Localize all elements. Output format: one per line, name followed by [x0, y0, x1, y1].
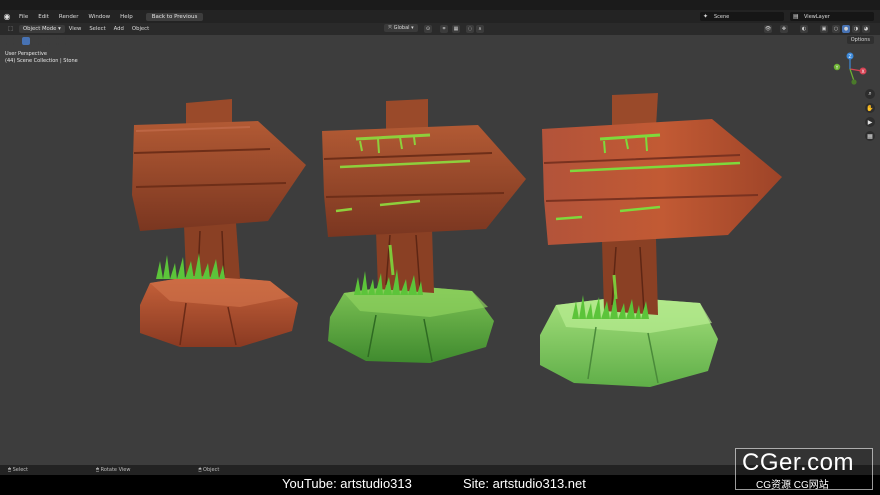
object-mode-dropdown[interactable]: Object Mode ▾	[19, 25, 65, 33]
select-subtract-icon[interactable]	[40, 36, 48, 45]
camera-icon[interactable]: ▶	[865, 117, 875, 127]
menu-add[interactable]: Add	[110, 26, 128, 32]
tool-settings-row	[0, 35, 880, 46]
scene-selector[interactable]: ✦ Scene	[700, 12, 784, 21]
view-layer-name: ViewLayer	[804, 13, 830, 20]
shading-material-icon[interactable]: ◑	[852, 25, 860, 33]
menu-window[interactable]: Window	[83, 14, 115, 20]
signpost-1[interactable]	[132, 99, 306, 347]
signpost-2[interactable]	[322, 99, 526, 363]
orientation-icon: ⤧	[388, 25, 393, 31]
tool-select-icon[interactable]	[6, 36, 14, 45]
options-dropdown[interactable]: Options	[846, 36, 874, 44]
grid-view-icon[interactable]: ▦	[865, 131, 875, 141]
scene-render	[132, 93, 782, 387]
shading-rendered-icon[interactable]: ◕	[862, 25, 870, 33]
watermark-brand: CGer.com	[742, 449, 855, 476]
proportional-edit-icon[interactable]: ◌	[466, 25, 474, 33]
status-rotate: 🖱 Rotate View	[96, 467, 131, 473]
xray-icon[interactable]: ▣	[820, 25, 828, 33]
navigation-gizmo[interactable]: Z X Y	[832, 51, 868, 87]
gizmo-toggle-icon[interactable]: ✥	[780, 25, 788, 33]
menu-render[interactable]: Render	[54, 14, 84, 20]
zoom-icon[interactable]: ⌕	[865, 89, 875, 99]
shading-wireframe-icon[interactable]: ○	[832, 25, 840, 33]
back-to-previous-button[interactable]: Back to Previous	[145, 12, 204, 21]
perspective-label: User Perspective	[5, 51, 47, 57]
status-rotate-label: Rotate View	[100, 467, 131, 473]
status-select-label: Select	[12, 467, 29, 473]
layers-icon: ▤	[793, 13, 799, 20]
site-caption: Site: artstudio313.net	[463, 476, 586, 491]
status-select: 🖱 Select	[8, 467, 29, 473]
signpost-3[interactable]	[540, 93, 782, 387]
menu-select[interactable]: Select	[85, 26, 109, 32]
menu-view[interactable]: View	[65, 26, 86, 32]
snap-target-icon[interactable]: ▦	[452, 25, 460, 33]
visibility-icon[interactable]: 👁	[764, 25, 772, 33]
transform-orientation-dropdown[interactable]: ⤧ Global ▾	[384, 24, 418, 32]
select-extend-icon[interactable]	[31, 36, 39, 45]
menu-object[interactable]: Object	[128, 26, 153, 32]
falloff-icon[interactable]: ∧	[476, 25, 484, 33]
editor-type-icon[interactable]: ⬚	[4, 26, 17, 32]
pivot-icon[interactable]: ⊙	[424, 25, 432, 33]
scene-name: Scene	[714, 13, 730, 20]
watermark-sub: CG资源 CG网站	[756, 480, 829, 491]
collection-label: (44) Scene Collection | Stone	[5, 58, 78, 64]
gizmo-z-label: Z	[848, 54, 851, 60]
menu-help[interactable]: Help	[115, 14, 138, 20]
menu-edit[interactable]: Edit	[33, 14, 54, 20]
3d-viewport[interactable]: User Perspective (44) Scene Collection |…	[0, 35, 880, 465]
select-box-icon[interactable]	[22, 36, 30, 45]
blender-logo-icon[interactable]: ◉	[0, 10, 14, 23]
menu-file[interactable]: File	[14, 14, 33, 20]
view-layer-selector[interactable]: ▤ ViewLayer	[790, 12, 874, 21]
youtube-caption: YouTube: artstudio313	[282, 476, 412, 491]
overlay-icon[interactable]: ◐	[800, 25, 808, 33]
status-object-label: Object	[203, 467, 220, 473]
select-intersect-icon[interactable]	[58, 36, 66, 45]
snap-icon[interactable]: ⌗	[440, 25, 448, 33]
window-top-bar	[0, 0, 880, 10]
viewport-info: User Perspective (44) Scene Collection |…	[5, 51, 78, 65]
shading-solid-icon[interactable]: ●	[842, 25, 850, 33]
pan-hand-icon[interactable]: ✋	[865, 103, 875, 113]
watermark: CGer.com CG资源 CG网站	[735, 448, 873, 491]
gizmo-y-label: Y	[835, 65, 839, 71]
scene-icon: ✦	[703, 13, 709, 20]
mode-label: Object Mode	[23, 26, 57, 32]
orientation-label: Global	[393, 25, 410, 31]
status-object: 🖱 Object	[198, 467, 220, 473]
viewport-header: ⬚ Object Mode ▾ View Select Add Object ⤧…	[0, 23, 880, 35]
select-invert-icon[interactable]	[49, 36, 57, 45]
gizmo-x-label: X	[861, 69, 864, 75]
